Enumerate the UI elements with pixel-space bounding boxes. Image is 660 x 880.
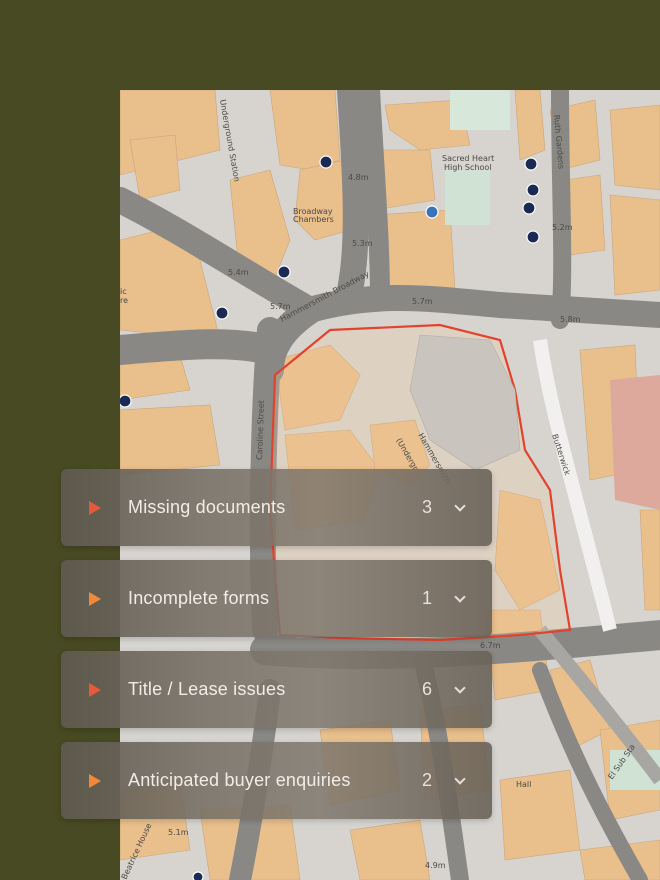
map-marker[interactable] (319, 155, 333, 169)
map-marker[interactable] (526, 183, 540, 197)
issue-count: 3 (421, 497, 432, 517)
chevron-down-icon[interactable] (454, 772, 466, 785)
map-building-highlight (610, 375, 660, 510)
map-marker-selected[interactable] (425, 205, 439, 219)
map-marker[interactable] (277, 265, 291, 279)
map-greenspace (450, 90, 510, 130)
warning-triangle-icon (89, 500, 101, 515)
map-label-school: Sacred Heart (442, 154, 494, 163)
map-label-height: 5.2m (552, 223, 573, 232)
issue-count: 1 (421, 588, 432, 608)
issue-row-title-lease-issues[interactable]: Title / Lease issues 6 (61, 651, 492, 728)
warning-triangle-icon (89, 591, 101, 606)
issue-label: Missing documents (128, 497, 286, 517)
issue-row-anticipated-buyer-enquiries[interactable]: Anticipated buyer enquiries 2 (61, 742, 492, 819)
issue-label: Anticipated buyer enquiries (128, 770, 351, 790)
issue-count: 2 (421, 770, 432, 790)
warning-triangle-icon (89, 682, 101, 697)
issue-row-missing-documents[interactable]: Missing documents 3 (61, 469, 492, 546)
map-label-height: 5.7m (270, 302, 291, 311)
map-label-height: 4.9m (425, 861, 446, 870)
map-label-building: Chambers (293, 215, 334, 224)
map-label-height: 6.7m (480, 641, 501, 650)
issue-label: Incomplete forms (128, 588, 270, 608)
map-marker[interactable] (524, 157, 538, 171)
map-marker[interactable] (522, 201, 536, 215)
map-label-building: Hall (516, 780, 531, 789)
map-greenspace (445, 170, 490, 225)
map-label-partial: ic (120, 287, 127, 296)
map-label-height: 5.4m (228, 268, 249, 277)
map-label-height: 5.8m (560, 315, 581, 324)
chevron-down-icon[interactable] (454, 499, 466, 512)
issue-count: 6 (421, 679, 432, 699)
map-label-height: 5.7m (412, 297, 433, 306)
map-marker[interactable] (120, 394, 132, 408)
chevron-down-icon[interactable] (454, 681, 466, 694)
map-marker[interactable] (526, 230, 540, 244)
issue-row-incomplete-forms[interactable]: Incomplete forms 1 (61, 560, 492, 637)
map-marker[interactable] (215, 306, 229, 320)
map-label-partial: re (120, 296, 128, 305)
warning-triangle-icon (89, 773, 101, 788)
issue-label: Title / Lease issues (128, 679, 286, 699)
map-marker[interactable] (192, 871, 204, 880)
map-label-height: 4.8m (348, 173, 369, 182)
chevron-down-icon[interactable] (454, 590, 466, 603)
map-label-height: 5.3m (352, 239, 373, 248)
map-label-school: High School (444, 163, 492, 172)
map-label-height: 5.1m (168, 828, 189, 837)
